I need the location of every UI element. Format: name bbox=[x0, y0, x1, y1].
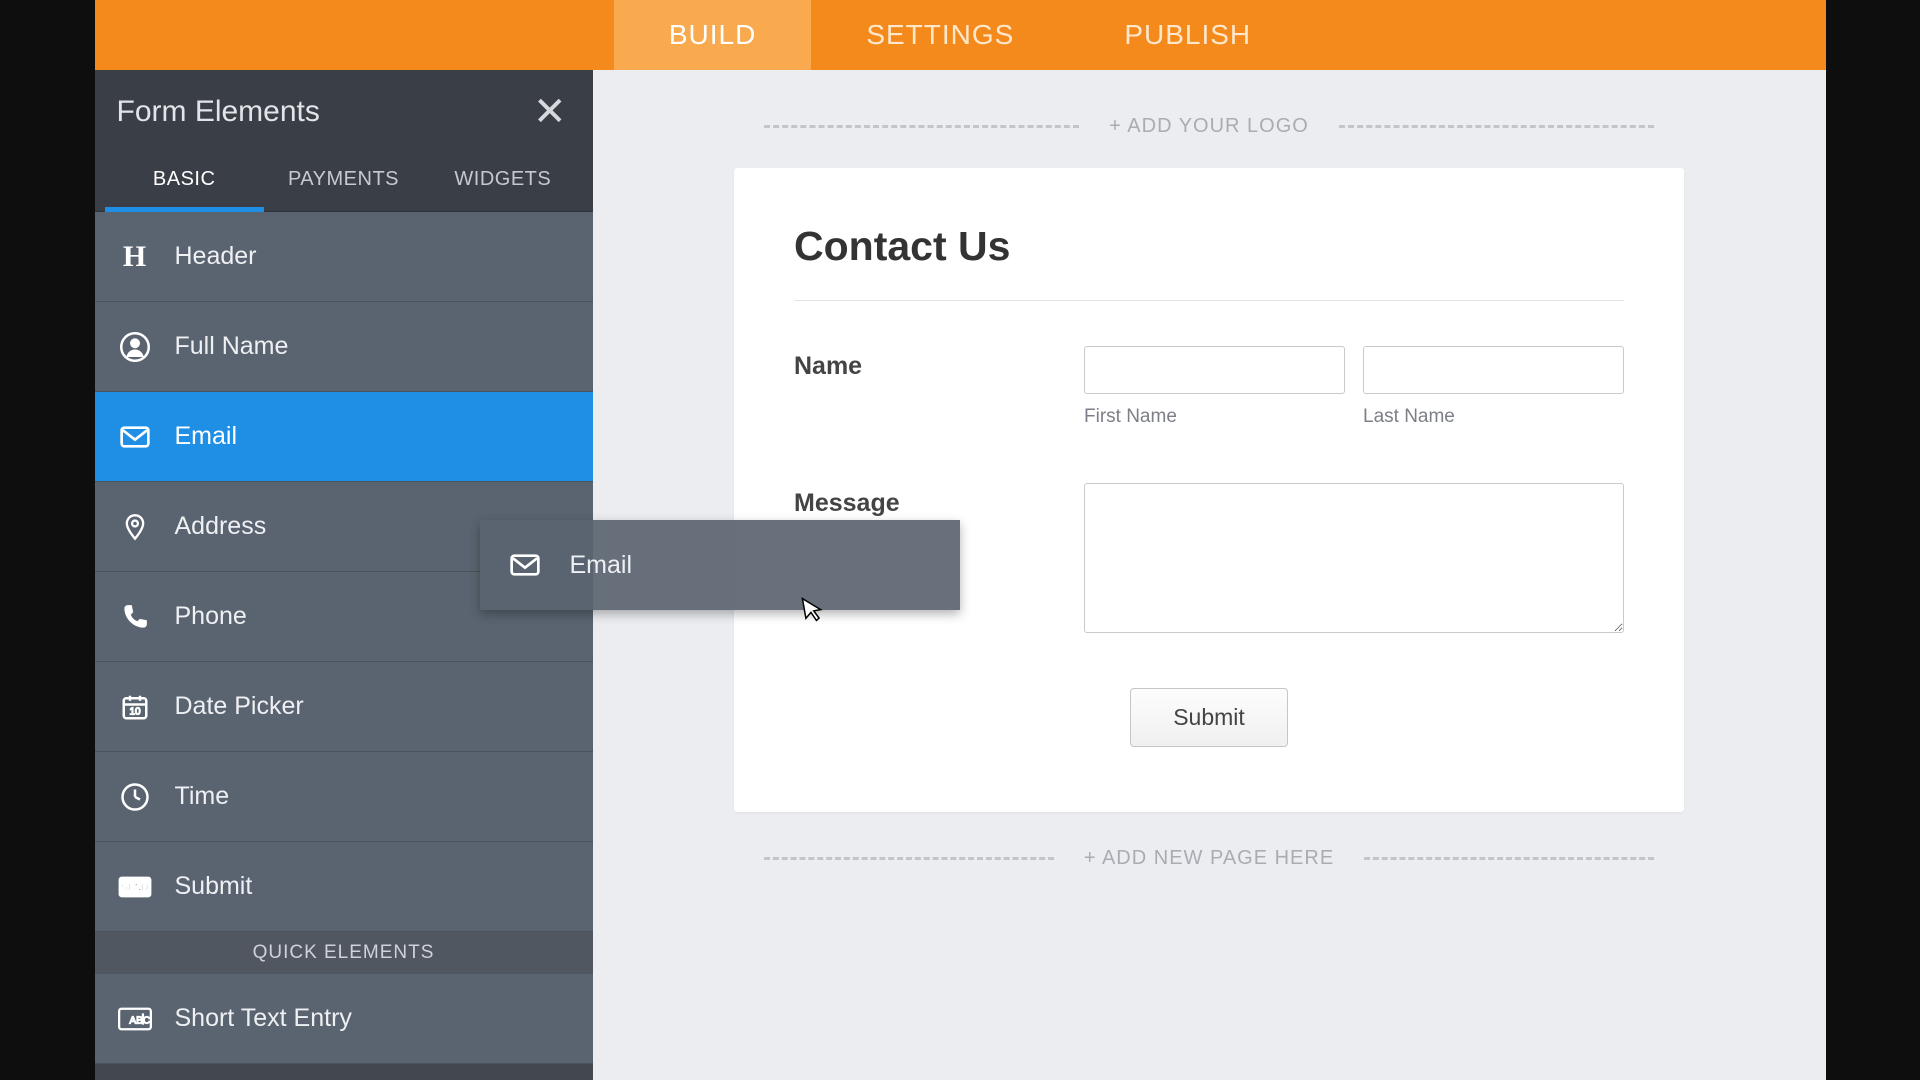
sidebar-tabs: BASIC PAYMENTS WIDGETS bbox=[95, 150, 593, 212]
element-time[interactable]: Time bbox=[95, 752, 593, 842]
phone-icon bbox=[118, 600, 152, 634]
add-logo-label: + ADD YOUR LOGO bbox=[1109, 115, 1309, 138]
clock-icon bbox=[118, 780, 152, 814]
element-label: Phone bbox=[175, 602, 247, 631]
drag-ghost-email[interactable]: Email bbox=[480, 520, 960, 610]
dash-line bbox=[1339, 125, 1654, 128]
first-name-input[interactable] bbox=[1084, 346, 1345, 394]
close-icon[interactable]: ✕ bbox=[529, 92, 571, 132]
text-entry-icon: ABC bbox=[118, 1002, 152, 1036]
send-icon: SEND bbox=[118, 870, 152, 904]
submit-button[interactable]: Submit bbox=[1130, 688, 1288, 747]
element-email[interactable]: Email bbox=[95, 392, 593, 482]
first-name-sublabel: First Name bbox=[1084, 406, 1345, 428]
header-icon: H bbox=[118, 240, 152, 274]
drag-ghost-label: Email bbox=[570, 551, 633, 580]
nav-build[interactable]: BUILD bbox=[614, 0, 811, 70]
tab-basic[interactable]: BASIC bbox=[105, 150, 264, 211]
user-icon bbox=[118, 330, 152, 364]
dash-line bbox=[764, 125, 1079, 128]
svg-text:10: 10 bbox=[129, 706, 141, 717]
svg-text:ABC: ABC bbox=[129, 1015, 150, 1026]
element-short-text-entry[interactable]: ABC Short Text Entry bbox=[95, 974, 593, 1064]
element-label: Time bbox=[175, 782, 230, 811]
element-label: Email bbox=[175, 422, 238, 451]
element-full-name[interactable]: Full Name bbox=[95, 302, 593, 392]
top-nav: BUILD SETTINGS PUBLISH bbox=[95, 0, 1826, 70]
sidebar-title: Form Elements bbox=[117, 95, 320, 129]
tab-widgets[interactable]: WIDGETS bbox=[423, 150, 582, 211]
add-page-label: + ADD NEW PAGE HERE bbox=[1084, 847, 1334, 870]
last-name-sublabel: Last Name bbox=[1363, 406, 1624, 428]
email-icon bbox=[118, 420, 152, 454]
app-window: BUILD SETTINGS PUBLISH Form Elements ✕ B… bbox=[95, 0, 1826, 1080]
field-label-name[interactable]: Name bbox=[794, 346, 1084, 428]
nav-publish[interactable]: PUBLISH bbox=[1069, 0, 1306, 70]
element-label: Header bbox=[175, 242, 257, 271]
element-header[interactable]: H Header bbox=[95, 212, 593, 302]
sidebar-header: Form Elements ✕ bbox=[95, 70, 593, 150]
message-textarea[interactable] bbox=[1084, 483, 1624, 633]
form-card: Contact Us Name First Name Last Name Mes… bbox=[734, 168, 1684, 812]
quick-elements-header: QUICK ELEMENTS bbox=[95, 932, 593, 974]
element-date-picker[interactable]: 10 Date Picker bbox=[95, 662, 593, 752]
element-label: Full Name bbox=[175, 332, 289, 361]
form-title[interactable]: Contact Us bbox=[794, 223, 1624, 301]
add-logo-row[interactable]: + ADD YOUR LOGO bbox=[734, 115, 1684, 138]
nav-settings[interactable]: SETTINGS bbox=[811, 0, 1069, 70]
element-label: Short Text Entry bbox=[175, 1004, 352, 1033]
location-icon bbox=[118, 510, 152, 544]
element-submit[interactable]: SEND Submit bbox=[95, 842, 593, 932]
last-name-input[interactable] bbox=[1363, 346, 1624, 394]
email-icon bbox=[508, 548, 542, 582]
dash-line bbox=[764, 857, 1054, 860]
dash-line bbox=[1364, 857, 1654, 860]
element-label: Address bbox=[175, 512, 267, 541]
elements-list: H Header Full Name Email Address bbox=[95, 212, 593, 1080]
calendar-icon: 10 bbox=[118, 690, 152, 724]
field-name: Name First Name Last Name bbox=[794, 346, 1624, 428]
element-label: Submit bbox=[175, 872, 253, 901]
tab-payments[interactable]: PAYMENTS bbox=[264, 150, 423, 211]
add-page-row[interactable]: + ADD NEW PAGE HERE bbox=[734, 847, 1684, 870]
svg-text:SEND: SEND bbox=[121, 882, 148, 893]
element-label: Date Picker bbox=[175, 692, 304, 721]
